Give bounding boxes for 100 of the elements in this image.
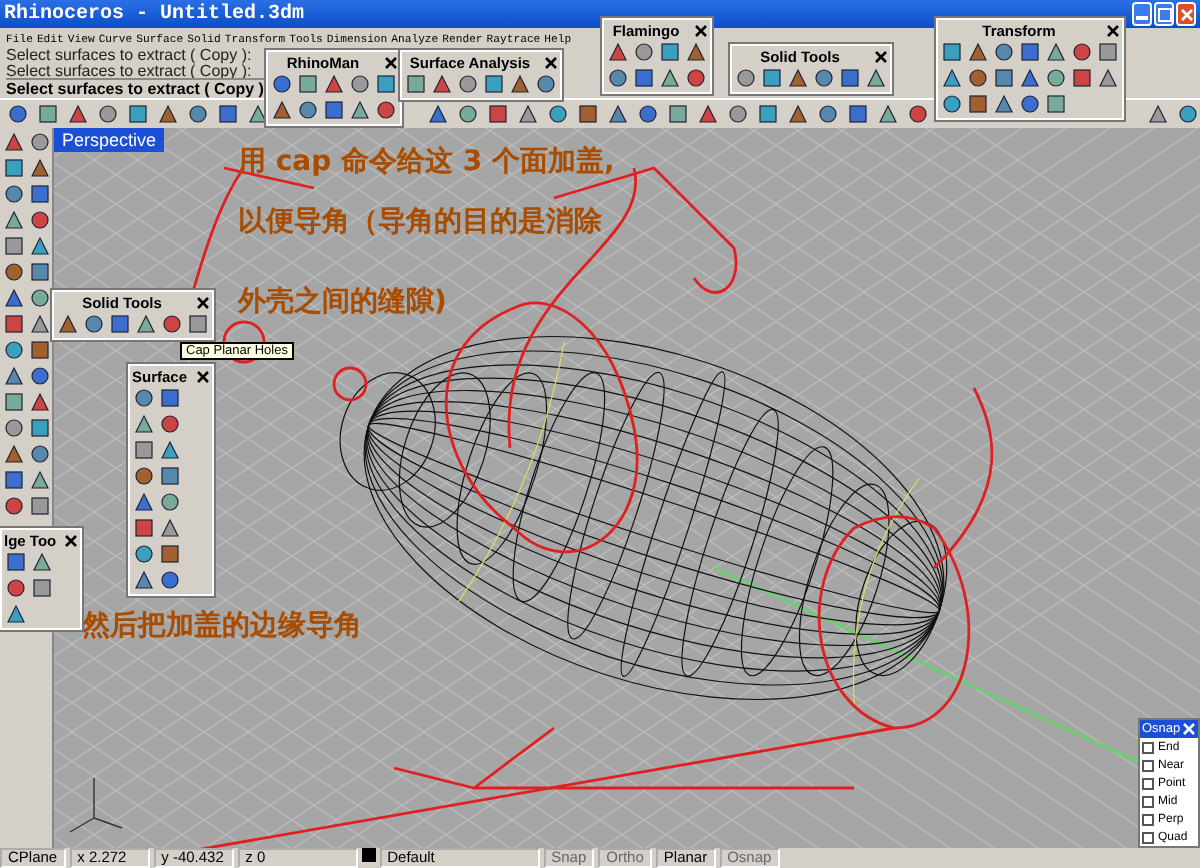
tool-icon[interactable] (132, 568, 156, 592)
tool-icon[interactable] (28, 286, 52, 310)
tool-icon[interactable] (30, 550, 54, 574)
tool-icon[interactable] (2, 494, 26, 518)
tool-icon[interactable] (56, 312, 80, 336)
tool-icon[interactable] (270, 72, 294, 96)
close-icon[interactable] (384, 56, 398, 70)
tool-icon[interactable] (158, 568, 182, 592)
tool-icon[interactable] (348, 72, 372, 96)
tool-icon[interactable] (786, 102, 810, 126)
tool-icon[interactable] (246, 102, 270, 126)
tool-icon[interactable] (2, 338, 26, 362)
tool-icon[interactable] (96, 102, 120, 126)
close-icon[interactable] (694, 24, 708, 38)
close-button[interactable] (1176, 2, 1196, 26)
tool-icon[interactable] (2, 260, 26, 284)
tool-icon[interactable] (216, 102, 240, 126)
tool-icon[interactable] (838, 66, 862, 90)
tool-icon[interactable] (158, 542, 182, 566)
tool-icon[interactable] (606, 102, 630, 126)
tool-icon[interactable] (132, 542, 156, 566)
tool-icon[interactable] (966, 40, 990, 64)
tool-icon[interactable] (132, 412, 156, 436)
tool-icon[interactable] (1044, 66, 1068, 90)
tool-icon[interactable] (82, 312, 106, 336)
close-icon[interactable] (1106, 24, 1120, 38)
tool-icon[interactable] (786, 66, 810, 90)
tool-icon[interactable] (756, 102, 780, 126)
tool-icon[interactable] (28, 416, 52, 440)
tool-icon[interactable] (734, 66, 758, 90)
tool-icon[interactable] (1070, 66, 1094, 90)
tool-icon[interactable] (158, 464, 182, 488)
tool-icon[interactable] (966, 66, 990, 90)
tool-icon[interactable] (992, 92, 1016, 116)
close-icon[interactable] (544, 56, 558, 70)
close-icon[interactable] (196, 296, 210, 310)
tool-icon[interactable] (426, 102, 450, 126)
tool-icon[interactable] (812, 66, 836, 90)
tool-icon[interactable] (2, 208, 26, 232)
tool-icon[interactable] (28, 338, 52, 362)
tool-icon[interactable] (1018, 66, 1042, 90)
tool-icon[interactable] (1044, 40, 1068, 64)
tool-icon[interactable] (2, 182, 26, 206)
tool-icon[interactable] (28, 234, 52, 258)
tool-icon[interactable] (158, 412, 182, 436)
tool-icon[interactable] (4, 576, 28, 600)
tool-icon[interactable] (606, 66, 630, 90)
tool-icon[interactable] (28, 182, 52, 206)
tool-icon[interactable] (684, 40, 708, 64)
tool-icon[interactable] (992, 40, 1016, 64)
tool-icon[interactable] (374, 72, 398, 96)
tool-icon[interactable] (658, 66, 682, 90)
tool-icon[interactable] (158, 490, 182, 514)
tool-icon[interactable] (322, 72, 346, 96)
maximize-button[interactable] (1154, 2, 1174, 26)
tool-icon[interactable] (2, 156, 26, 180)
tool-icon[interactable] (158, 516, 182, 540)
tool-icon[interactable] (486, 102, 510, 126)
tool-icon[interactable] (456, 102, 480, 126)
tool-icon[interactable] (4, 602, 28, 626)
tool-icon[interactable] (296, 98, 320, 122)
tool-icon[interactable] (270, 98, 294, 122)
tool-icon[interactable] (1070, 40, 1094, 64)
tool-icon[interactable] (508, 72, 532, 96)
tool-icon[interactable] (132, 490, 156, 514)
tool-icon[interactable] (966, 92, 990, 116)
checkbox[interactable] (1142, 759, 1154, 771)
tool-icon[interactable] (158, 438, 182, 462)
tool-icon[interactable] (1018, 40, 1042, 64)
tool-icon[interactable] (28, 364, 52, 388)
tool-icon[interactable] (846, 102, 870, 126)
tool-icon[interactable] (28, 468, 52, 492)
tool-icon[interactable] (28, 208, 52, 232)
tool-icon[interactable] (4, 550, 28, 574)
tool-icon[interactable] (632, 66, 656, 90)
tool-icon[interactable] (186, 102, 210, 126)
tool-icon[interactable] (576, 102, 600, 126)
tool-icon[interactable] (1146, 102, 1170, 126)
tool-icon[interactable] (108, 312, 132, 336)
tool-icon[interactable] (1018, 92, 1042, 116)
checkbox[interactable] (1142, 831, 1154, 843)
tool-icon[interactable] (906, 102, 930, 126)
checkbox[interactable] (1142, 795, 1154, 807)
tool-icon[interactable] (2, 130, 26, 154)
tool-icon[interactable] (636, 102, 660, 126)
tool-icon[interactable] (132, 516, 156, 540)
tool-icon[interactable] (864, 66, 888, 90)
tool-icon[interactable] (992, 66, 1016, 90)
tool-icon[interactable] (28, 156, 52, 180)
tool-icon[interactable] (160, 312, 184, 336)
tool-icon[interactable] (516, 102, 540, 126)
checkbox[interactable] (1142, 741, 1154, 753)
tool-icon[interactable] (2, 468, 26, 492)
viewport-title[interactable]: Perspective (54, 128, 165, 152)
tool-icon[interactable] (696, 102, 720, 126)
tool-icon[interactable] (66, 102, 90, 126)
checkbox[interactable] (1142, 777, 1154, 789)
tool-icon[interactable] (1176, 102, 1200, 126)
tool-icon[interactable] (632, 40, 656, 64)
tool-icon[interactable] (2, 286, 26, 310)
